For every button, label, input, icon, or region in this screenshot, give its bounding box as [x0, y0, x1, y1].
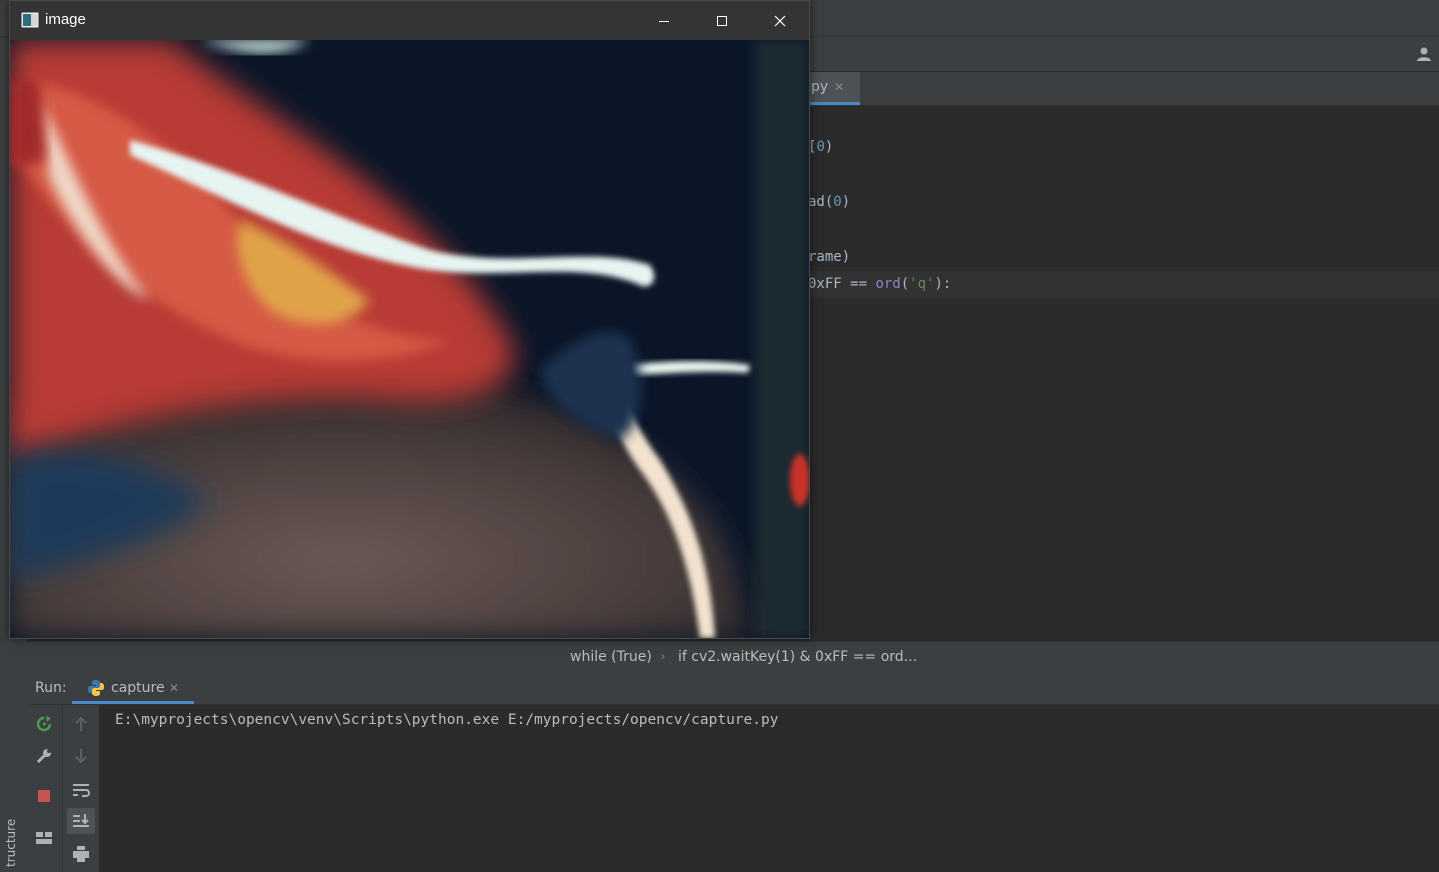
arrow-up-icon[interactable]: [70, 713, 92, 735]
run-tab-capture[interactable]: capture ✕: [72, 672, 194, 704]
console-line: E:\myprojects\opencv\venv\Scripts\python…: [115, 712, 779, 728]
code-line: 0xFF == ord('q'):: [808, 276, 952, 292]
user-icon[interactable]: [1415, 45, 1433, 63]
editor-tab-label: py: [811, 79, 829, 95]
layout-icon[interactable]: [33, 827, 55, 849]
rerun-icon[interactable]: [33, 713, 55, 735]
console-output[interactable]: E:\myprojects\opencv\venv\Scripts\python…: [100, 705, 1439, 872]
close-icon: [774, 15, 786, 26]
close-icon[interactable]: ✕: [169, 672, 179, 704]
print-icon[interactable]: [70, 843, 92, 865]
python-icon: [88, 680, 104, 696]
editor-tab-active[interactable]: py ✕: [803, 72, 860, 105]
run-toolbar-secondary: [63, 705, 100, 872]
structure-tool-tab[interactable]: tructure: [4, 819, 18, 867]
chevron-right-icon: ›: [660, 649, 666, 665]
app-icon: [21, 12, 39, 28]
run-toolbar-primary: [27, 705, 63, 872]
code-line: [0): [808, 139, 834, 155]
breadcrumb-item-if[interactable]: if cv2.waitKey(1) & 0xFF == ord...: [678, 642, 917, 672]
breadcrumb-item-while[interactable]: while (True): [570, 642, 652, 672]
camera-frame: [10, 40, 809, 638]
arrow-down-icon[interactable]: [70, 745, 92, 767]
close-icon[interactable]: ✕: [834, 80, 844, 94]
window-title-bar[interactable]: image: [10, 1, 809, 40]
code-line: rame): [808, 249, 851, 265]
status-strip: [27, 641, 485, 672]
code-line: ad(0): [808, 194, 851, 210]
camera-frame-image: [10, 40, 809, 638]
run-label: Run:: [35, 680, 67, 696]
soft-wrap-icon[interactable]: [70, 779, 92, 801]
maximize-icon: [717, 15, 727, 26]
window-title: image: [45, 11, 86, 28]
maximize-button[interactable]: [693, 1, 751, 40]
run-tab-label: capture: [111, 680, 165, 696]
wrench-icon[interactable]: [33, 745, 55, 767]
run-panel-header: Run: capture ✕: [27, 672, 1439, 705]
breadcrumb: while (True) › if cv2.waitKey(1) & 0xFF …: [485, 641, 1439, 672]
scroll-to-end-icon[interactable]: [67, 808, 95, 834]
opencv-image-window[interactable]: image: [9, 0, 810, 639]
close-button[interactable]: [751, 1, 809, 40]
minimize-icon: [659, 20, 669, 22]
minimize-button[interactable]: [635, 1, 693, 40]
stop-icon[interactable]: [33, 785, 55, 807]
